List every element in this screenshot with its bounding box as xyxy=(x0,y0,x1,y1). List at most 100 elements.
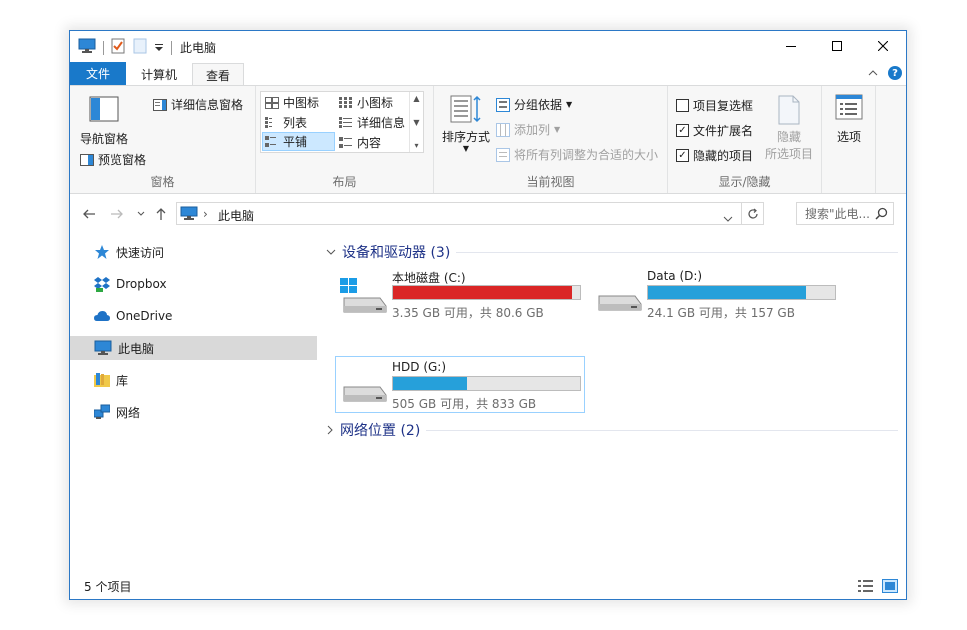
tab-computer[interactable]: 计算机 xyxy=(130,63,188,86)
item-checkboxes-toggle[interactable]: 项目复选框 xyxy=(676,97,753,114)
item-count: 5 个项目 xyxy=(84,579,132,594)
sidebar-item-network[interactable]: 网络 xyxy=(70,400,317,424)
large-icons-view-icon[interactable] xyxy=(882,579,898,596)
section-divider xyxy=(456,251,898,253)
sidebar-item-quick-access[interactable]: 快速访问 xyxy=(70,240,317,264)
title-bar: 此电脑 xyxy=(70,31,906,61)
breadcrumb-this-pc[interactable]: 此电脑 xyxy=(218,207,254,224)
recent-locations-button[interactable] xyxy=(132,205,150,223)
search-box[interactable]: 搜索"此电... xyxy=(796,202,894,225)
options-button[interactable]: 选项 xyxy=(828,94,870,145)
add-columns-button[interactable]: 添加列 ▼ xyxy=(496,121,560,138)
close-button[interactable] xyxy=(860,31,906,61)
expand-gallery-icon[interactable]: ▾ xyxy=(414,141,418,150)
sidebar-item-this-pc[interactable]: 此电脑 xyxy=(70,336,317,360)
hard-drive-icon xyxy=(340,369,388,408)
sort-by-label: 排序方式 xyxy=(441,130,490,144)
size-columns-button[interactable]: 将所有列调整为合适的大小 xyxy=(496,146,658,163)
sidebar-item-label: 快速访问 xyxy=(116,245,165,260)
hidden-items-checkbox[interactable]: ✓ xyxy=(676,149,689,162)
file-extensions-toggle[interactable]: ✓ 文件扩展名 xyxy=(676,122,753,139)
layout-medium-icons[interactable]: 中图标 xyxy=(263,93,335,112)
hide-selected-icon xyxy=(778,95,800,125)
size-columns-label: 将所有列调整为合适的大小 xyxy=(514,148,659,162)
group-by-dropdown-icon: ▼ xyxy=(566,100,573,109)
drive-tile[interactable]: Data (D:) 24.1 GB 可用，共 157 GB xyxy=(591,266,841,323)
back-button[interactable] xyxy=(80,205,98,223)
layout-details-label: 详细信息 xyxy=(357,116,406,130)
layout-details[interactable]: 详细信息 xyxy=(337,113,409,132)
hard-drive-icon xyxy=(595,278,643,317)
up-button[interactable] xyxy=(152,205,170,223)
hide-selected-label: 隐藏 xyxy=(776,130,801,144)
minimize-button[interactable] xyxy=(768,31,814,61)
breadcrumb-separator-icon[interactable]: › xyxy=(203,207,208,221)
minimize-icon xyxy=(786,46,796,47)
item-checkboxes-checkbox[interactable] xyxy=(676,99,689,112)
computer-icon xyxy=(78,38,96,57)
drive-name: 本地磁盘 (C:) xyxy=(392,271,466,285)
drive-usage-fill xyxy=(393,377,467,390)
details-pane-button[interactable]: 详细信息窗格 xyxy=(153,96,243,113)
close-icon xyxy=(878,41,888,51)
system-drive-icon xyxy=(340,278,388,317)
preview-pane-button[interactable]: 预览窗格 xyxy=(80,151,146,168)
hidden-items-toggle[interactable]: ✓ 隐藏的项目 xyxy=(676,147,753,164)
details-pane-label: 详细信息窗格 xyxy=(171,98,244,112)
hide-selected-button[interactable]: 隐藏 所选项目 xyxy=(762,94,816,162)
computer-icon xyxy=(94,340,112,355)
drive-usage-bar xyxy=(392,285,581,300)
sort-by-dropdown-icon: ▼ xyxy=(462,144,470,153)
preview-pane-label: 预览窗格 xyxy=(98,153,147,167)
chevron-down-icon xyxy=(137,211,145,216)
maximize-icon xyxy=(832,41,842,51)
sort-by-button[interactable]: 排序方式 ▼ xyxy=(440,94,492,153)
group-show-hide: 项目复选框 ✓ 文件扩展名 ✓ 隐藏的项目 隐藏 所选项目 显示/隐藏 xyxy=(668,86,822,193)
maximize-button[interactable] xyxy=(814,31,860,61)
new-folder-icon[interactable] xyxy=(133,38,147,57)
layout-small-icons[interactable]: 小图标 xyxy=(337,93,409,112)
group-by-button[interactable]: 分组依据 ▼ xyxy=(496,96,572,113)
nav-pane-button[interactable]: 导航窗格 xyxy=(76,96,132,147)
search-placeholder: 搜索"此电... xyxy=(805,207,870,221)
cloud-icon xyxy=(94,311,110,321)
sidebar-item-label: 库 xyxy=(116,373,129,388)
properties-icon[interactable] xyxy=(111,38,125,57)
address-dropdown-icon[interactable] xyxy=(723,211,733,225)
content-icon xyxy=(339,136,352,148)
up-arrow-icon xyxy=(156,208,166,220)
file-extensions-checkbox[interactable]: ✓ xyxy=(676,124,689,137)
ribbon-tabs: 文件 计算机 查看 ? xyxy=(70,62,906,87)
refresh-button[interactable] xyxy=(741,203,763,224)
group-label-show-hide: 显示/隐藏 xyxy=(718,175,771,189)
tab-view[interactable]: 查看 xyxy=(192,63,244,87)
toolbar-divider xyxy=(171,40,172,55)
section-network-locations[interactable]: 网络位置 (2) xyxy=(326,420,898,440)
drive-usage-fill xyxy=(648,286,807,299)
address-bar[interactable]: › 此电脑 xyxy=(176,202,764,225)
section-devices[interactable]: 设备和驱动器 (3) xyxy=(326,242,898,262)
forward-button[interactable] xyxy=(108,205,126,223)
drive-tile[interactable]: HDD (G:) 505 GB 可用，共 833 GB xyxy=(335,356,585,413)
sidebar-item-onedrive[interactable]: OneDrive xyxy=(70,304,317,328)
view-switcher xyxy=(858,579,898,596)
sidebar-item-libraries[interactable]: 库 xyxy=(70,368,317,392)
navigation-pane: 快速访问 Dropbox OneDrive 此电脑 库 网络 xyxy=(70,236,318,576)
drive-tile[interactable]: 本地磁盘 (C:) 3.35 GB 可用，共 80.6 GB xyxy=(336,266,586,323)
customize-toolbar-icon[interactable] xyxy=(154,41,164,55)
search-icon[interactable] xyxy=(875,207,888,223)
layout-list[interactable]: 列表 xyxy=(263,113,335,132)
add-columns-icon xyxy=(496,122,510,137)
scroll-up-icon[interactable]: ▲ xyxy=(413,94,419,103)
tab-file[interactable]: 文件 xyxy=(70,62,126,85)
scroll-down-icon[interactable]: ▼ xyxy=(413,118,419,127)
collapse-ribbon-icon[interactable] xyxy=(868,66,878,80)
layout-content[interactable]: 内容 xyxy=(337,133,409,152)
layout-tiles[interactable]: 平铺 xyxy=(262,132,335,151)
help-icon[interactable]: ? xyxy=(888,66,902,80)
file-extensions-label: 文件扩展名 xyxy=(693,124,754,138)
content-area: 设备和驱动器 (3) 本地磁盘 (C:) 3.35 GB 可用，共 80.6 G… xyxy=(326,236,901,576)
details-view-icon[interactable] xyxy=(858,579,874,596)
sidebar-item-dropbox[interactable]: Dropbox xyxy=(70,272,317,296)
layout-gallery-scroll[interactable]: ▲ ▼ ▾ xyxy=(409,92,423,152)
